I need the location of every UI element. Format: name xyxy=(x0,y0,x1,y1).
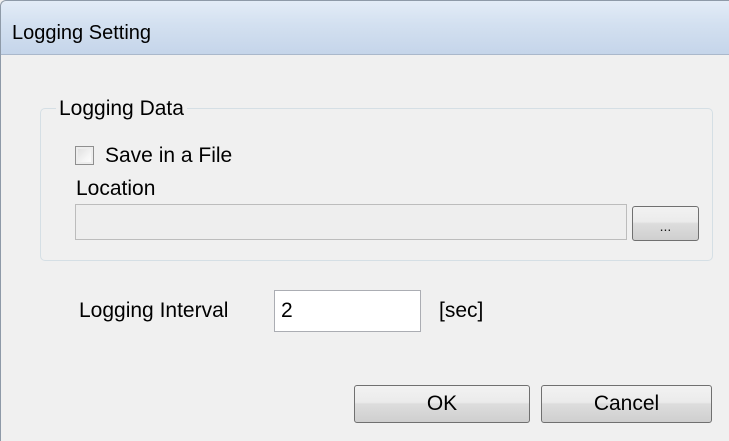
logging-setting-dialog: Logging Setting Logging Data Save in a F… xyxy=(0,0,729,441)
save-in-file-option[interactable]: Save in a File xyxy=(75,140,232,170)
browse-button[interactable]: ... xyxy=(632,206,699,241)
logging-data-group-label: Logging Data xyxy=(56,96,187,121)
location-label: Location xyxy=(76,177,156,200)
save-in-file-checkbox[interactable] xyxy=(75,145,94,165)
ok-button[interactable]: OK xyxy=(354,385,530,423)
cancel-button[interactable]: Cancel xyxy=(541,385,712,423)
dialog-body: Logging Data Save in a File Location ...… xyxy=(1,55,729,441)
logging-interval-input[interactable] xyxy=(274,290,421,332)
location-field[interactable] xyxy=(75,204,627,240)
title-bar[interactable]: Logging Setting xyxy=(1,1,729,55)
interval-unit-label: [sec] xyxy=(439,299,484,322)
logging-interval-label: Logging Interval xyxy=(79,299,229,322)
window-title: Logging Setting xyxy=(12,22,152,44)
save-in-file-label[interactable]: Save in a File xyxy=(105,143,232,168)
